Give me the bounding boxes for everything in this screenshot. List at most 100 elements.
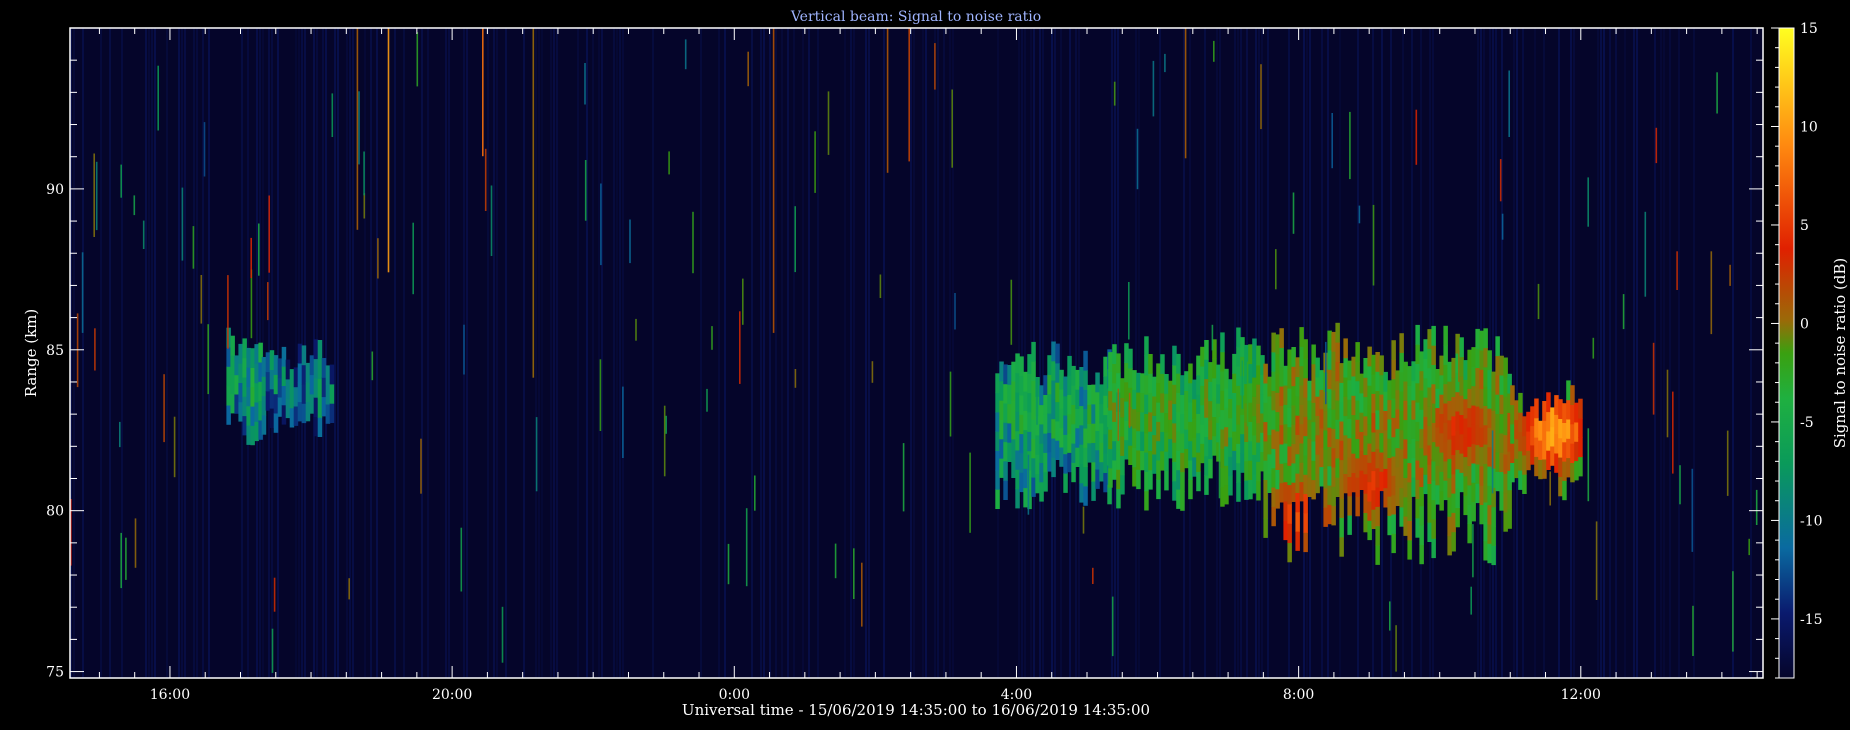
echo-cell (1335, 380, 1340, 401)
echo-cell (1263, 518, 1268, 538)
background-streak (868, 28, 870, 678)
echo-cell (1367, 520, 1372, 541)
echo-cell (242, 357, 247, 378)
noise-spike (584, 160, 587, 221)
echo-cell (1144, 452, 1149, 472)
echo-cell (1200, 366, 1205, 386)
echo-cell (1256, 384, 1261, 404)
x-tick-label: 20:00 (432, 687, 472, 703)
echo-cell (1283, 481, 1288, 502)
echo-cell (1039, 481, 1044, 502)
background-streak (487, 28, 489, 678)
echo-cell (1172, 345, 1177, 366)
echo-cell (1007, 403, 1012, 424)
echo-cell (1003, 441, 1008, 462)
echo-cell (1435, 446, 1440, 466)
echo-cell (1011, 381, 1016, 401)
echo-cell (1091, 403, 1096, 424)
noise-spike (1128, 282, 1130, 340)
echo-cell (1196, 471, 1201, 492)
noise-spike (163, 374, 165, 443)
echo-cell (1132, 408, 1137, 429)
background-streak (913, 28, 915, 678)
echo-cell (995, 392, 1000, 413)
echo-cell (1499, 471, 1504, 492)
noise-spike (1260, 64, 1262, 130)
echo-cell (313, 397, 319, 417)
echo-cell (1495, 355, 1500, 376)
echo-cell (1291, 366, 1296, 387)
echo-cell (1471, 424, 1476, 445)
echo-cell (1343, 473, 1348, 494)
echo-cell (1136, 430, 1141, 451)
echo-cell (1095, 449, 1100, 470)
echo-cell (1383, 449, 1388, 469)
echo-cell (1051, 360, 1056, 381)
echo-cell (1271, 332, 1276, 353)
echo-cell (1503, 454, 1508, 474)
echo-cell (1379, 432, 1384, 453)
echo-cell (1463, 476, 1468, 496)
echo-cell (1487, 408, 1492, 428)
background-streak (337, 28, 339, 678)
echo-cell (1144, 413, 1149, 434)
background-streak (196, 28, 198, 678)
echo-cell (1172, 403, 1177, 424)
background-streak (1558, 28, 1560, 678)
echo-cell (1415, 479, 1420, 500)
noise-spike (268, 195, 270, 273)
noise-spike (1726, 430, 1729, 496)
echo-cell (1558, 418, 1563, 439)
echo-cell (1295, 415, 1300, 435)
background-streak (448, 28, 450, 678)
echo-cell (1063, 453, 1068, 474)
background-streak (802, 28, 804, 678)
echo-cell (1347, 515, 1352, 535)
echo-cell (1367, 346, 1372, 367)
echo-cell (1510, 423, 1515, 444)
noise-spike (794, 206, 796, 273)
echo-cell (1075, 389, 1080, 409)
echo-cell (1475, 386, 1480, 407)
background-streak (148, 28, 150, 678)
echo-cell (1363, 473, 1368, 494)
echo-cell (1232, 373, 1237, 393)
echo-cell (1248, 363, 1253, 384)
echo-cell (1503, 434, 1508, 455)
noise-spike (192, 226, 195, 269)
echo-cell (1455, 391, 1460, 412)
echo-cell (1279, 424, 1284, 445)
background-streak (1543, 28, 1545, 678)
echo-cell (1495, 452, 1500, 472)
background-streak (1309, 28, 1311, 678)
background-streak (586, 28, 588, 678)
echo-cell (1391, 494, 1396, 515)
echo-cell (1256, 480, 1261, 501)
background-streak (82, 28, 84, 678)
echo-cell (1095, 430, 1100, 451)
echo-cell (1427, 348, 1432, 369)
echo-cell (1566, 457, 1571, 478)
echo-cell (1188, 382, 1193, 403)
echo-cell (1152, 434, 1157, 455)
noise-spike (1501, 213, 1504, 240)
echo-cell (1015, 392, 1020, 412)
echo-cell (1244, 460, 1249, 481)
echo-cell (1355, 496, 1360, 517)
echo-cell (1419, 544, 1424, 565)
echo-cell (1039, 404, 1044, 425)
echo-cell (1399, 410, 1404, 431)
echo-cell (1483, 386, 1488, 406)
echo-cell (1451, 435, 1456, 455)
background-streak (1501, 28, 1503, 678)
echo-cell (1463, 495, 1468, 516)
echo-cell (1120, 397, 1125, 418)
echo-cell (285, 379, 291, 399)
echo-cell (1176, 450, 1181, 471)
noise-spike (1082, 506, 1085, 534)
echo-cell (1256, 345, 1261, 366)
echo-cell (1431, 538, 1436, 559)
echo-cell (1431, 519, 1436, 539)
echo-cell (313, 416, 319, 437)
echo-cell (1574, 460, 1579, 481)
